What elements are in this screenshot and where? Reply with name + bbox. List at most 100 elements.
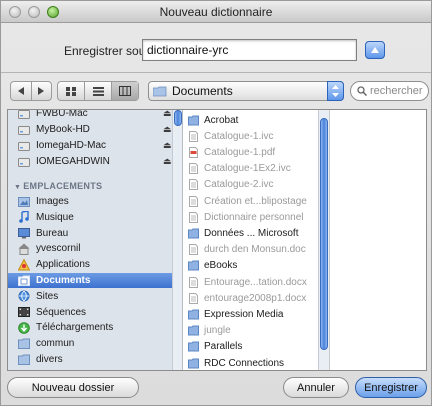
file-item[interactable]: Création et...blipostage xyxy=(188,194,328,208)
drive-icon xyxy=(18,140,30,152)
triangle-up-icon xyxy=(371,47,379,53)
sidebar-place-item[interactable]: Séquences xyxy=(18,305,180,320)
home-icon xyxy=(18,243,30,255)
eject-icon[interactable]: ⏏ xyxy=(163,110,172,119)
file-item[interactable]: eBooks xyxy=(188,259,328,273)
file-item[interactable]: durch den Monsun.doc xyxy=(188,243,328,257)
list-view-button[interactable] xyxy=(85,82,111,100)
save-dialog: Nouveau dictionnaire Enregistrer sous : xyxy=(0,0,432,406)
file-label: eBooks xyxy=(204,260,238,272)
file-item[interactable]: Acrobat xyxy=(188,113,328,127)
sidebar-place-label: Sites xyxy=(36,290,59,302)
column-scrollbar[interactable] xyxy=(318,110,329,370)
icon-view-icon xyxy=(65,86,76,96)
save-button[interactable]: Enregistrer xyxy=(355,377,427,398)
drive-icon xyxy=(18,110,30,120)
back-button[interactable] xyxy=(11,82,31,100)
file-label: Création et...blipostage xyxy=(204,195,307,207)
file-item[interactable]: Données ... Microsoft xyxy=(188,226,328,240)
folder-icon xyxy=(188,309,199,320)
document-file-icon xyxy=(188,292,199,304)
new-folder-button[interactable]: Nouveau dossier xyxy=(7,377,139,398)
sidebar-scrollbar[interactable] xyxy=(172,110,182,370)
divider xyxy=(1,72,431,73)
sidebar-device-item[interactable]: IomegaHD-Mac ⏏ xyxy=(18,138,180,153)
expand-dialog-button[interactable] xyxy=(365,41,385,59)
file-item[interactable]: Catalogue-1.pdf xyxy=(188,145,328,159)
sidebar-device-item[interactable]: FWBU-Mac ⏏ xyxy=(18,110,180,121)
location-popup[interactable]: Documents xyxy=(148,81,344,101)
document-file-icon xyxy=(188,195,199,207)
title-bar: Nouveau dictionnaire xyxy=(1,1,431,23)
sidebar-scroll-thumb[interactable] xyxy=(174,110,182,126)
documents-folder-icon xyxy=(18,275,30,287)
file-label: Catalogue-1.pdf xyxy=(204,146,276,158)
icon-view-button[interactable] xyxy=(58,82,84,100)
sidebar-place-item[interactable]: Documents xyxy=(8,273,182,288)
file-item[interactable]: entourage2008p1.docx xyxy=(188,291,328,305)
sidebar-place-item[interactable]: Téléchargements xyxy=(18,320,180,335)
forward-button[interactable] xyxy=(32,82,52,100)
sidebar-place-label: Musique xyxy=(36,211,74,223)
column-view-button[interactable] xyxy=(112,82,138,100)
eject-icon[interactable]: ⏏ xyxy=(163,140,172,151)
file-item[interactable]: Expression Media xyxy=(188,307,328,321)
sidebar-place-label: Images xyxy=(36,196,69,207)
file-item[interactable]: Dictionnaire personnel xyxy=(188,210,328,224)
document-file-icon xyxy=(188,130,199,142)
view-mode-control xyxy=(57,81,139,101)
file-item[interactable]: Catalogue-1.ivc xyxy=(188,129,328,143)
eject-icon[interactable]: ⏏ xyxy=(163,156,172,167)
file-item[interactable]: Catalogue-1Ex2.ivc xyxy=(188,162,328,176)
file-label: Acrobat xyxy=(204,114,239,126)
sidebar-device-item[interactable]: IOMEGAHDWIN ⏏ xyxy=(18,154,180,169)
pdf-file-icon xyxy=(188,146,199,158)
sidebar-device-label: IomegaHD-Mac xyxy=(36,140,107,151)
file-label: Parallels xyxy=(204,341,243,353)
file-item[interactable]: jungle xyxy=(188,324,328,338)
sidebar-place-item[interactable]: yvescornil xyxy=(18,241,180,256)
cancel-button[interactable]: Annuler xyxy=(283,377,349,398)
sidebar: FWBU-Mac ⏏ MyBook-HD ⏏ IomegaHD-Mac ⏏ IOMEGAHD… xyxy=(8,110,183,370)
sidebar-place-item[interactable]: commun xyxy=(18,336,180,351)
drive-icon xyxy=(18,156,30,168)
sidebar-place-item[interactable]: Applications xyxy=(17,257,180,272)
sidebar-place-item[interactable]: Musique xyxy=(18,210,180,225)
sidebar-place-item[interactable]: Sites xyxy=(18,289,180,304)
movies-folder-icon xyxy=(18,306,30,318)
sidebar-device-item[interactable]: MyBook-HD ⏏ xyxy=(18,122,180,137)
document-file-icon xyxy=(188,211,199,223)
documents-column: Acrobat Catalogue-1.ivc Catalogue-1.pdf Cat… xyxy=(184,110,330,370)
column-scroll-thumb[interactable] xyxy=(320,118,328,350)
file-label: Expression Media xyxy=(204,308,284,320)
sidebar-place-item[interactable]: Bureau xyxy=(18,226,180,241)
sidebar-place-item[interactable]: divers xyxy=(18,352,180,367)
sidebar-place-label: commun xyxy=(36,338,75,350)
sidebar-device-label: MyBook-HD xyxy=(36,124,90,135)
folder-icon xyxy=(188,325,199,336)
sidebar-place-label: Bureau xyxy=(36,227,69,239)
eject-icon[interactable]: ⏏ xyxy=(163,124,172,135)
location-label: Documents xyxy=(172,84,233,98)
search-field[interactable]: rechercher xyxy=(350,81,429,101)
arrow-right-icon xyxy=(38,87,45,95)
popup-arrows-icon xyxy=(327,81,344,101)
empty-column xyxy=(331,110,426,370)
file-label: jungle xyxy=(204,325,231,337)
file-browser: FWBU-Mac ⏏ MyBook-HD ⏏ IomegaHD-Mac ⏏ IOMEGAHD… xyxy=(7,109,427,371)
file-item[interactable]: Entourage...tation.docx xyxy=(188,275,328,289)
file-label: Dictionnaire personnel xyxy=(204,211,304,223)
file-item[interactable]: Catalogue-2.ivc xyxy=(188,178,328,192)
file-item[interactable]: Parallels xyxy=(188,340,328,354)
document-file-icon xyxy=(188,244,199,256)
sidebar-place-item[interactable]: Images xyxy=(18,194,180,209)
triangle-down-icon[interactable]: ▼ xyxy=(14,184,21,191)
filename-field[interactable] xyxy=(142,39,357,61)
folder-icon xyxy=(188,341,199,352)
list-view-icon xyxy=(92,86,104,96)
document-file-icon xyxy=(188,163,199,175)
back-forward-control xyxy=(10,81,52,101)
file-item[interactable]: RDC Connections xyxy=(188,356,328,370)
sidebar-device-label: FWBU-Mac xyxy=(36,110,88,119)
drive-icon xyxy=(18,124,30,136)
